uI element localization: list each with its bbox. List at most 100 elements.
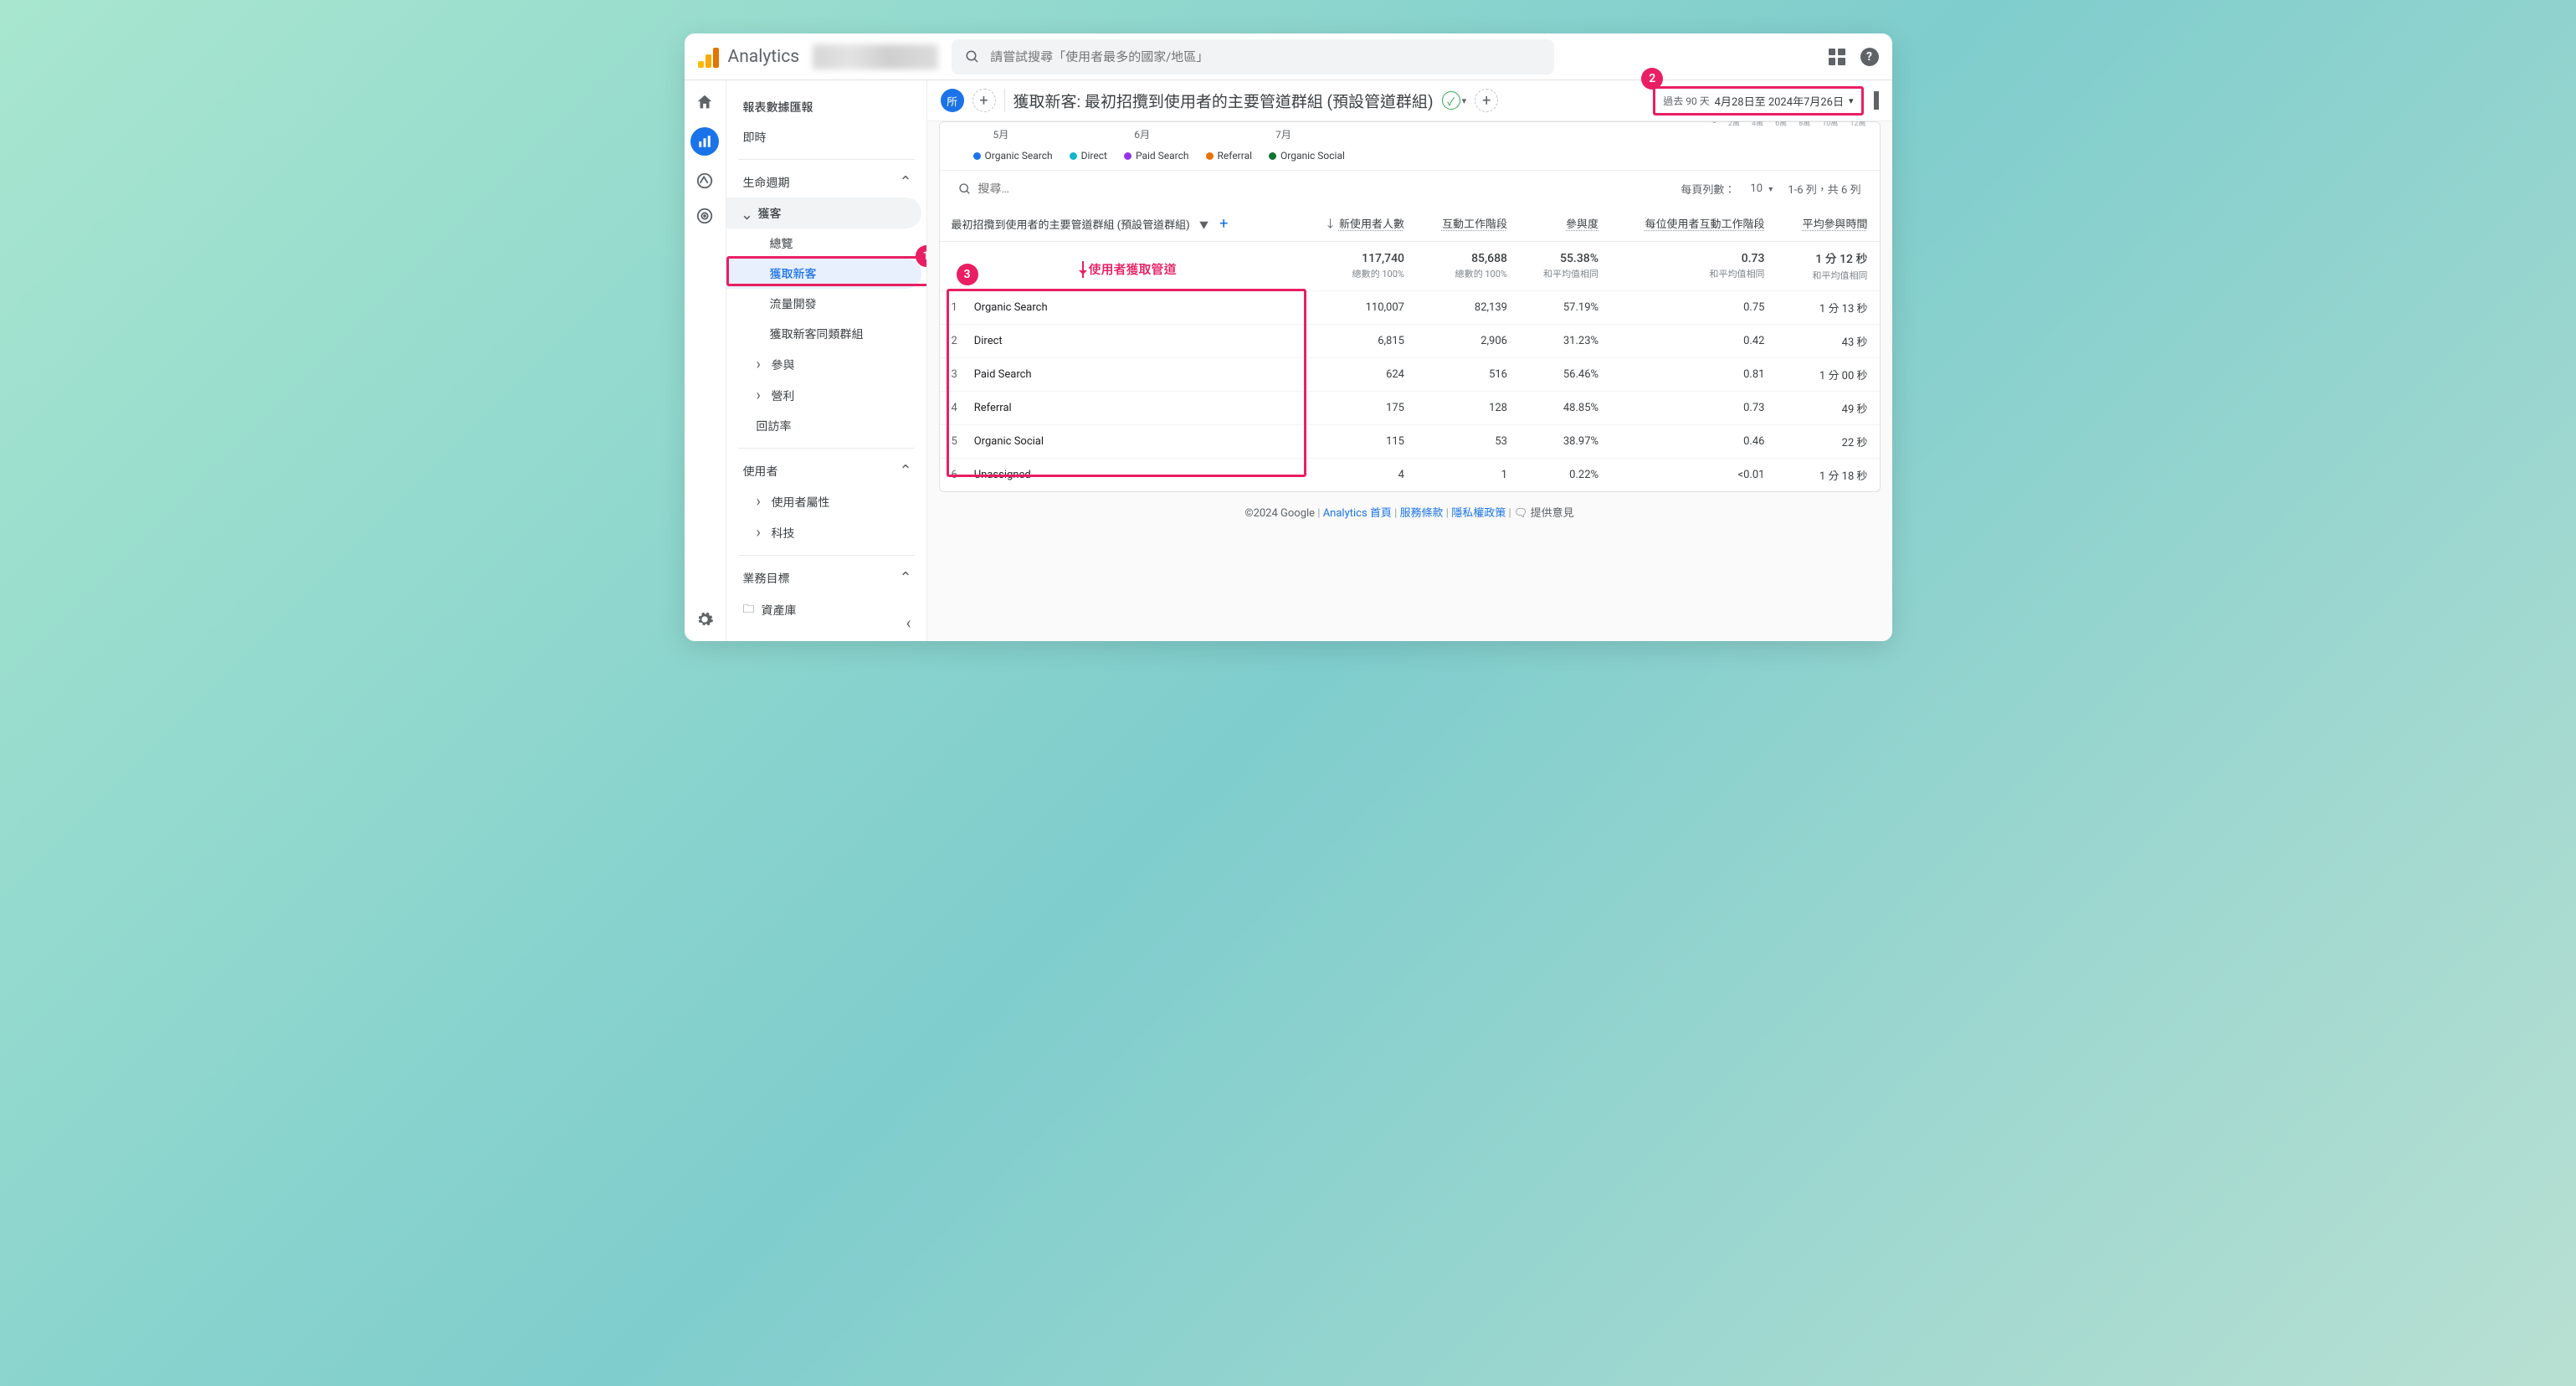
search-input[interactable] bbox=[990, 49, 1541, 64]
reports-icon[interactable] bbox=[690, 127, 719, 156]
analytics-logo-icon bbox=[698, 46, 720, 68]
sidebar-item-engagement[interactable]: › 參與 bbox=[726, 349, 926, 380]
chart-month-label: 5月 bbox=[993, 127, 1009, 141]
sidebar-heading: 報表數據匯報 bbox=[726, 92, 926, 122]
dimension-header[interactable]: 最初招攬到使用者的主要管道群組 (預設管道群組) ▼ + bbox=[940, 207, 1297, 242]
metric-cell: 49 秒 bbox=[1776, 392, 1879, 425]
col-avg-engagement-time[interactable]: 平均參與時間 bbox=[1776, 207, 1879, 242]
status-check-icon[interactable]: ✓ bbox=[1442, 91, 1460, 110]
legend-item[interactable]: Organic Social bbox=[1269, 150, 1345, 162]
sidebar-section-lifecycle[interactable]: 生命週期 ⌃ bbox=[726, 167, 926, 198]
main-content: 所 + 獲取新客: 最初招攬到使用者的主要管道群組 (預設管道群組) ✓ ▾ +… bbox=[927, 80, 1892, 641]
apps-icon[interactable] bbox=[1829, 49, 1845, 65]
panel-toggle-icon[interactable] bbox=[1874, 91, 1879, 110]
metric-cell: 1 分 18 秒 bbox=[1776, 459, 1879, 492]
table-row[interactable]: 4 Referral17512848.85%0.7349 秒 bbox=[940, 392, 1880, 425]
chevron-right-icon: › bbox=[757, 493, 767, 511]
legend-item[interactable]: Paid Search bbox=[1124, 150, 1189, 162]
table-row[interactable]: 5 Organic Social1155338.97%0.4622 秒 bbox=[940, 425, 1880, 459]
add-comparison-button[interactable]: + bbox=[972, 89, 996, 112]
chart-axis-num: 0 bbox=[1712, 121, 1716, 128]
table-row[interactable]: 1 Organic Search110,00782,13957.19%0.751… bbox=[940, 291, 1880, 325]
chart-legend: Organic Search Direct Paid Search Referral O… bbox=[973, 150, 1846, 162]
footer: ©2024 Google Analytics 首頁 服務條款 隱私權政策 🗨 提… bbox=[939, 492, 1881, 531]
dimension-cell: 4 Referral bbox=[940, 392, 1297, 425]
add-filter-button[interactable]: + bbox=[1475, 89, 1498, 112]
sidebar-item-library[interactable]: 🗀 資產庫 bbox=[726, 593, 926, 627]
rows-per-page-select[interactable]: 10 ▾ bbox=[1750, 182, 1773, 195]
metric-cell: 53 bbox=[1416, 425, 1519, 459]
sidebar-item-realtime[interactable]: 即時 bbox=[726, 122, 926, 152]
metric-cell: 1 分 00 秒 bbox=[1776, 358, 1879, 392]
chevron-right-icon: › bbox=[757, 524, 767, 542]
explore-icon[interactable] bbox=[695, 171, 715, 191]
chart-month-label: 6月 bbox=[1134, 127, 1150, 141]
help-icon[interactable]: ? bbox=[1860, 48, 1879, 66]
table-row[interactable]: 3 Paid Search62451656.46%0.811 分 00 秒 bbox=[940, 358, 1880, 392]
chart-axis-num: 12萬 bbox=[1850, 121, 1865, 128]
add-dimension-button[interactable]: + bbox=[1219, 215, 1228, 233]
scope-badge[interactable]: 所 bbox=[941, 89, 964, 112]
sidebar-section-user[interactable]: 使用者 ⌃ bbox=[726, 455, 926, 486]
sort-arrow-icon: ↓ bbox=[1325, 218, 1336, 231]
sidebar-item-acquisition[interactable]: ⌃ 獲客 bbox=[726, 198, 921, 228]
legend-dot-icon bbox=[1206, 152, 1214, 160]
sidebar-section-goals[interactable]: 業務目標 ⌃ bbox=[726, 562, 926, 593]
metric-cell: 0.81 bbox=[1610, 358, 1776, 392]
metric-cell: 0.46 bbox=[1610, 425, 1776, 459]
sidebar-item-overview[interactable]: 總覽 bbox=[726, 228, 926, 259]
table-controls: 每頁列數： 10 ▾ 1-6 列，共 6 列 bbox=[940, 170, 1880, 207]
annotation-badge-3: 3 bbox=[957, 264, 978, 285]
legend-item[interactable]: Referral bbox=[1206, 150, 1253, 162]
breadcrumb-bar: 所 + 獲取新客: 最初招攬到使用者的主要管道群組 (預設管道群組) ✓ ▾ +… bbox=[927, 80, 1892, 121]
sidebar-item-cohort[interactable]: 獲取新客同類群組 bbox=[726, 319, 926, 349]
col-new-users[interactable]: ↓新使用者人數 bbox=[1296, 207, 1416, 242]
col-sessions-per-user[interactable]: 每位使用者互動工作階段 bbox=[1610, 207, 1776, 242]
dimension-cell: 2 Direct bbox=[940, 325, 1297, 358]
home-icon[interactable] bbox=[695, 92, 715, 112]
arrow-down-icon bbox=[1082, 261, 1084, 278]
property-selector-blurred[interactable] bbox=[813, 44, 938, 69]
chevron-down-icon: ▾ bbox=[1768, 185, 1773, 194]
chevron-down-icon[interactable]: ▾ bbox=[1462, 95, 1467, 106]
metric-cell: 1 分 13 秒 bbox=[1776, 291, 1879, 325]
global-search[interactable] bbox=[952, 39, 1554, 74]
table-row[interactable]: 6 Unassigned410.22%<0.011 分 18 秒 bbox=[940, 459, 1880, 492]
table-row[interactable]: 2 Direct6,8152,90631.23%0.4243 秒 bbox=[940, 325, 1880, 358]
chevron-right-icon: › bbox=[757, 356, 767, 373]
col-engagement-rate[interactable]: 參與度 bbox=[1519, 207, 1610, 242]
table-search-input[interactable] bbox=[978, 182, 1146, 196]
footer-link-feedback[interactable]: 提供意見 bbox=[1531, 507, 1574, 520]
admin-gear-icon[interactable] bbox=[695, 609, 715, 629]
chart-axis-num: 6萬 bbox=[1775, 121, 1787, 128]
logo[interactable]: Analytics bbox=[698, 46, 800, 68]
page-title: 獲取新客: 最初招攬到使用者的主要管道群組 (預設管道群組) bbox=[1013, 90, 1434, 112]
footer-link-privacy[interactable]: 隱私權政策 bbox=[1451, 507, 1506, 520]
sidebar-item-traffic[interactable]: 流量開發 bbox=[726, 289, 926, 319]
sidebar-item-tech[interactable]: › 科技 bbox=[726, 517, 926, 548]
chart-axis-num: 10萬 bbox=[1822, 121, 1838, 128]
sidebar-item-retention[interactable]: 回訪率 bbox=[726, 411, 926, 441]
legend-dot-icon bbox=[1269, 152, 1276, 160]
app-window: Analytics ? bbox=[685, 33, 1892, 641]
sidebar-item-user-attributes[interactable]: › 使用者屬性 bbox=[726, 486, 926, 517]
dimension-cell: 1 Organic Search bbox=[940, 291, 1297, 325]
metric-cell: 6,815 bbox=[1296, 325, 1416, 358]
sidebar-collapse-button[interactable]: ‹ bbox=[906, 613, 911, 633]
chevron-down-icon: ▾ bbox=[1849, 95, 1854, 106]
legend-item[interactable]: Organic Search bbox=[973, 150, 1053, 162]
chevron-down-icon: ▼ bbox=[1199, 220, 1208, 231]
col-engaged-sessions[interactable]: 互動工作階段 bbox=[1416, 207, 1519, 242]
legend-dot-icon bbox=[1070, 152, 1077, 160]
topbar: Analytics ? bbox=[685, 33, 1892, 80]
sidebar-item-new-user-acquisition[interactable]: 獲取新客 bbox=[726, 259, 921, 289]
metric-cell: 22 秒 bbox=[1776, 425, 1879, 459]
sidebar-item-monetization[interactable]: › 營利 bbox=[726, 380, 926, 411]
advertising-icon[interactable] bbox=[695, 206, 715, 226]
footer-link-home[interactable]: Analytics 首頁 bbox=[1323, 507, 1392, 520]
legend-item[interactable]: Direct bbox=[1070, 150, 1107, 162]
metric-cell: 110,007 bbox=[1296, 291, 1416, 325]
footer-link-tos[interactable]: 服務條款 bbox=[1400, 507, 1444, 520]
date-range-picker[interactable]: 過去 90 天 4月28日至 2024年7月26日 ▾ bbox=[1656, 90, 1860, 112]
metric-cell: 56.46% bbox=[1519, 358, 1610, 392]
